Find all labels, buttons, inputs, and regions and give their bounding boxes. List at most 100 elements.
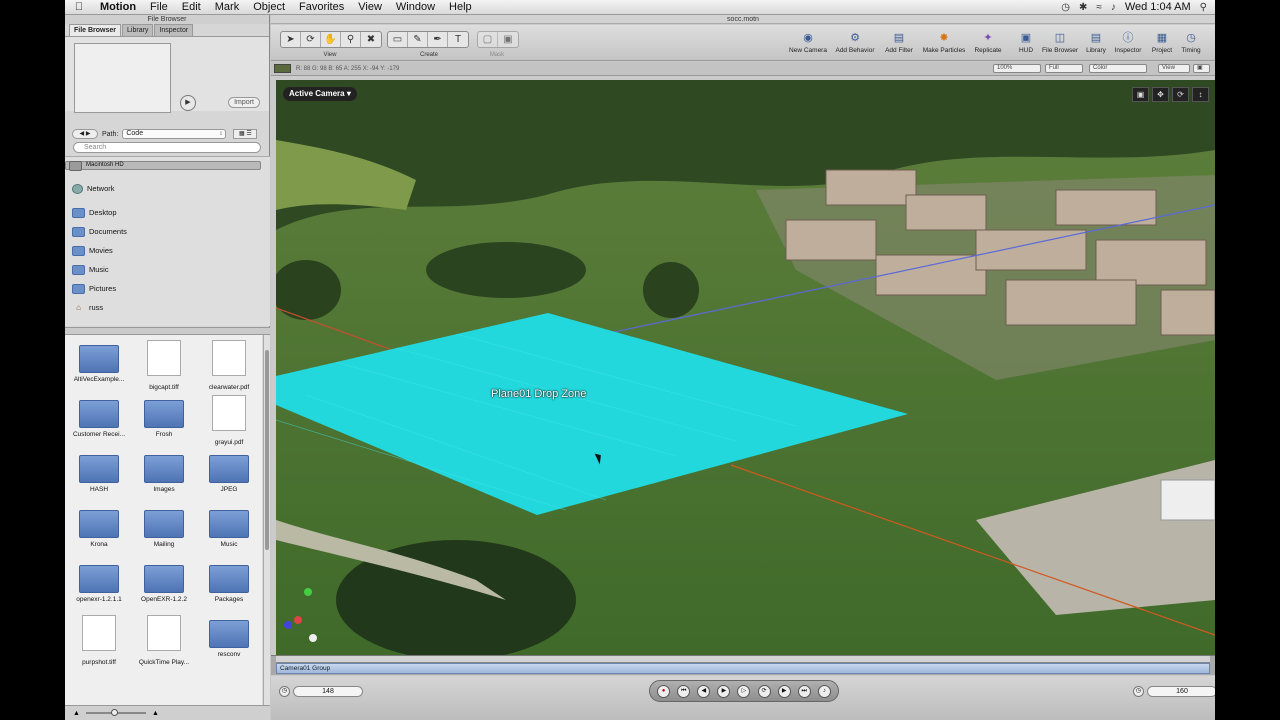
menu-window[interactable]: Window — [389, 1, 442, 13]
menu-view[interactable]: View — [351, 1, 389, 13]
view-popup[interactable]: View — [1158, 64, 1190, 73]
end-frame-icon[interactable]: ◷ — [1133, 686, 1144, 697]
menu-clock[interactable]: Wed 1:04 AM — [1125, 1, 1191, 13]
replicate-button[interactable]: ✦ Replicate — [973, 31, 1003, 54]
source-documents[interactable]: Documents — [65, 223, 261, 240]
source-desktop[interactable]: Desktop — [65, 204, 261, 221]
menu-help[interactable]: Help — [442, 1, 479, 13]
timeline-ruler[interactable] — [276, 656, 1210, 663]
file-item[interactable]: Packages — [197, 560, 261, 615]
hud-button[interactable]: ▣ HUD — [1017, 31, 1035, 54]
file-item[interactable]: grayui.pdf — [197, 395, 261, 450]
path-popup[interactable]: Code ↕ — [122, 129, 227, 139]
file-grid-scrollbar[interactable] — [263, 335, 270, 705]
file-item[interactable]: purpshot.tiff — [67, 615, 131, 670]
mask-bezier-icon[interactable]: ▣ — [498, 32, 518, 47]
file-item[interactable]: bigcapt.tiff — [132, 340, 196, 395]
add-behavior-button[interactable]: ⚙ Add Behavior — [833, 31, 877, 54]
go-to-start-button[interactable]: ⏮ — [677, 684, 691, 698]
file-item[interactable]: AltiVecExample... — [67, 340, 131, 395]
make-particles-button[interactable]: ✸ Make Particles — [920, 31, 968, 54]
play-from-start-button[interactable]: ▷ — [737, 684, 751, 698]
orbit-view-icon[interactable]: ⟳ — [1172, 87, 1189, 102]
source-home[interactable]: ⌂ russ — [65, 299, 261, 316]
file-item[interactable]: Music — [197, 505, 261, 560]
current-frame-field[interactable]: 148 — [293, 686, 363, 697]
pan-hand-icon[interactable]: ✋ — [321, 32, 341, 47]
timeline-track[interactable]: Camera01 Group — [276, 663, 1210, 674]
source-music[interactable]: Music — [65, 261, 261, 278]
menu-app-name[interactable]: Motion — [93, 1, 143, 13]
search-input[interactable]: Search — [73, 142, 261, 153]
view-transform-icon[interactable]: ✖ — [361, 32, 381, 47]
source-macintosh-hd[interactable]: Macintosh HD — [65, 160, 261, 171]
slider-knob[interactable] — [110, 709, 118, 716]
audio-button[interactable]: ♪ — [817, 684, 831, 698]
paint-stroke-icon[interactable]: ✒ — [428, 32, 448, 47]
time-machine-icon[interactable]: ◷ — [1061, 2, 1070, 13]
import-button[interactable]: Import — [228, 97, 260, 108]
volume-icon[interactable]: ♪ — [1111, 2, 1116, 13]
record-button[interactable]: ● — [657, 684, 671, 698]
file-item[interactable]: Customer Recei... — [67, 395, 131, 450]
menu-object[interactable]: Object — [246, 1, 292, 13]
file-item[interactable]: HASH — [67, 450, 131, 505]
file-item[interactable]: Images — [132, 450, 196, 505]
view-mode-toggle[interactable]: ▦ ☰ — [233, 129, 258, 139]
mask-rectangle-icon[interactable]: ▢ — [478, 32, 498, 47]
overlay-toggle[interactable]: ▣ — [1193, 64, 1210, 73]
menu-mark[interactable]: Mark — [208, 1, 246, 13]
bluetooth-icon[interactable]: ✱ — [1079, 2, 1087, 13]
play-button[interactable]: ▶ — [717, 684, 731, 698]
bezier-icon[interactable]: ✎ — [408, 32, 428, 47]
file-item[interactable]: QuickTime Play... — [132, 615, 196, 670]
file-item[interactable]: OpenEXR-1.2.2 — [132, 560, 196, 615]
menu-edit[interactable]: Edit — [175, 1, 208, 13]
tab-library[interactable]: Library — [122, 24, 154, 36]
menu-file[interactable]: File — [143, 1, 175, 13]
timecode-icon[interactable]: ◷ — [279, 686, 290, 697]
step-forward-button[interactable]: ▶ — [777, 684, 791, 698]
select-arrow-icon[interactable]: ➤ — [281, 32, 301, 47]
file-browser-button[interactable]: ◫ File Browser — [1040, 31, 1080, 54]
canvas-viewport[interactable]: Active Camera ▾ ▣ ✥ ⟳ ↕ Plane01 Drop Zon… — [276, 80, 1215, 655]
file-item[interactable]: JPEG — [197, 450, 261, 505]
rectangle-icon[interactable]: ▭ — [388, 32, 408, 47]
back-forward-button[interactable]: ◀ ▶ — [72, 129, 98, 139]
preview-play-icon[interactable]: ▶ — [180, 95, 196, 111]
pan-view-icon[interactable]: ✥ — [1152, 87, 1169, 102]
end-frame-field[interactable]: 160 — [1147, 686, 1215, 697]
source-pictures[interactable]: Pictures — [65, 280, 261, 297]
rotate-3d-icon[interactable]: ⟳ — [301, 32, 321, 47]
source-movies[interactable]: Movies — [65, 242, 261, 259]
loop-button[interactable]: ⟳ — [757, 684, 771, 698]
file-item[interactable]: clearwater.pdf — [197, 340, 261, 395]
source-network[interactable]: Network — [65, 180, 261, 197]
file-item[interactable]: openexr-1.2.1.1 — [67, 560, 131, 615]
project-button[interactable]: ▦ Project — [1149, 31, 1175, 54]
timing-button[interactable]: ◷ Timing — [1178, 31, 1204, 54]
menu-favorites[interactable]: Favorites — [292, 1, 351, 13]
file-item[interactable]: Frosh — [132, 395, 196, 450]
file-item[interactable]: Krona — [67, 505, 131, 560]
inspector-button[interactable]: ⓘ Inspector — [1111, 31, 1145, 54]
tab-file-browser[interactable]: File Browser — [69, 24, 122, 36]
view-layout-icon[interactable]: ▣ — [1132, 87, 1149, 102]
active-camera-menu[interactable]: Active Camera ▾ — [283, 87, 357, 101]
new-camera-button[interactable]: ◉ New Camera — [787, 31, 829, 54]
library-button[interactable]: ▤ Library — [1084, 31, 1108, 54]
file-item[interactable]: resconv — [197, 615, 261, 670]
text-icon[interactable]: T — [448, 32, 468, 47]
step-back-button[interactable]: ◀ — [697, 684, 711, 698]
dolly-view-icon[interactable]: ↕ — [1192, 87, 1209, 102]
icon-size-slider[interactable] — [85, 709, 146, 716]
file-item[interactable]: Mailing — [132, 505, 196, 560]
channel-popup[interactable]: Color — [1089, 64, 1147, 73]
tab-inspector[interactable]: Inspector — [154, 24, 194, 36]
add-filter-button[interactable]: ▤ Add Filter — [882, 31, 916, 54]
spotlight-icon[interactable]: ⚲ — [1200, 2, 1207, 13]
zoom-icon[interactable]: ⚲ — [341, 32, 361, 47]
wifi-icon[interactable]: ≈ — [1096, 2, 1102, 13]
zoom-popup[interactable]: 100% — [993, 64, 1041, 73]
go-to-end-button[interactable]: ⏭ — [797, 684, 811, 698]
